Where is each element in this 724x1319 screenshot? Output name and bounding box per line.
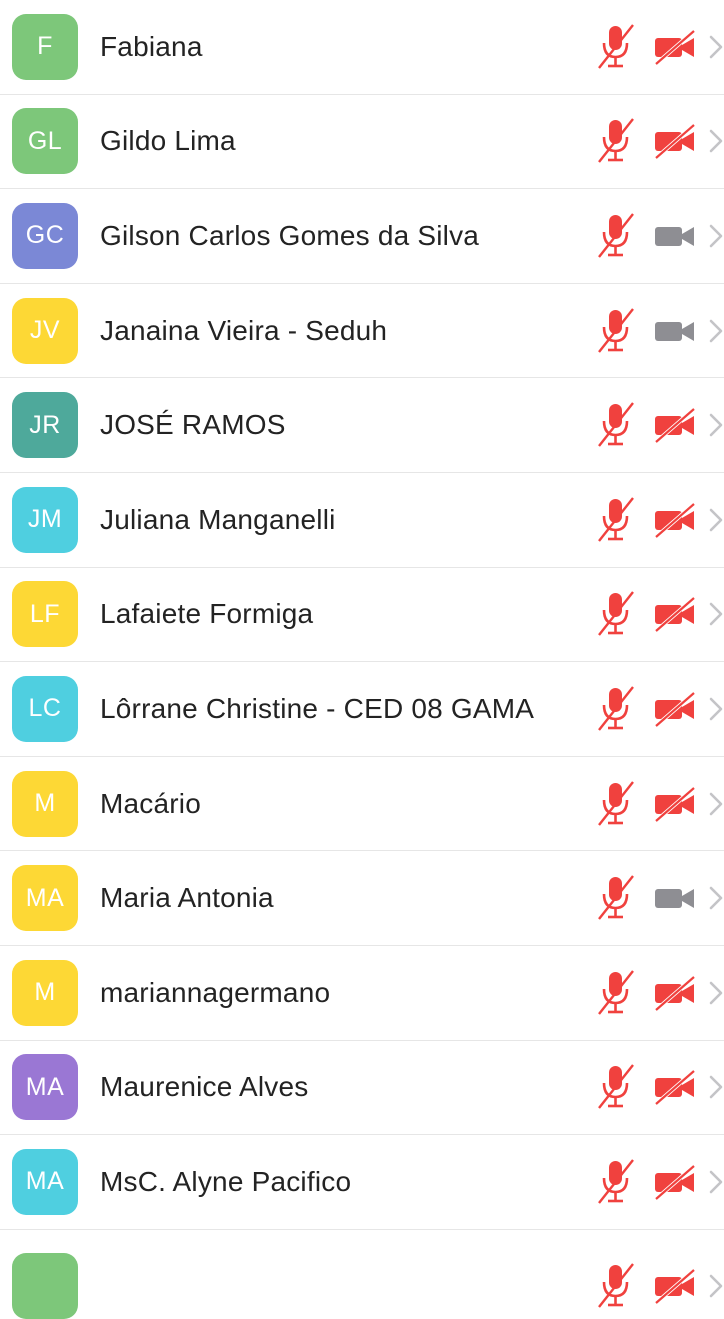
participant-name: MsC. Alyne Pacifico bbox=[100, 1165, 352, 1197]
participant-row[interactable]: JV Janaina Vieira - Seduh bbox=[0, 284, 724, 379]
avatar: MA bbox=[12, 1054, 78, 1121]
mic-muted-icon[interactable] bbox=[596, 685, 636, 733]
participant-name: JOSÉ RAMOS bbox=[100, 409, 286, 441]
participant-row[interactable]: GL Gildo Lima bbox=[0, 95, 724, 190]
avatar: GC bbox=[12, 202, 78, 269]
mic-muted-icon[interactable] bbox=[596, 212, 636, 260]
avatar: MA bbox=[12, 865, 78, 932]
participant-row[interactable]: MA Maurenice Alves bbox=[0, 1041, 724, 1136]
video-off-icon[interactable] bbox=[652, 691, 698, 728]
avatar: F bbox=[12, 13, 78, 80]
mic-muted-icon[interactable] bbox=[596, 23, 636, 71]
video-off-icon[interactable] bbox=[652, 502, 698, 539]
participant-row[interactable]: M Macário bbox=[0, 757, 724, 852]
participant-row[interactable]: F Fabiana bbox=[0, 0, 724, 95]
participant-row[interactable]: JM Juliana Manganelli bbox=[0, 473, 724, 568]
mic-muted-icon[interactable] bbox=[596, 780, 636, 828]
chevron-right-icon[interactable] bbox=[708, 978, 724, 1008]
video-camera-icon[interactable] bbox=[652, 880, 698, 916]
avatar: JV bbox=[12, 297, 78, 364]
chevron-right-icon[interactable] bbox=[708, 883, 724, 913]
avatar: LF bbox=[12, 581, 78, 648]
participant-name: Gildo Lima bbox=[100, 125, 236, 157]
chevron-right-icon[interactable] bbox=[708, 410, 724, 440]
chevron-right-icon[interactable] bbox=[708, 1167, 724, 1197]
participant-name: Lafaiete Formiga bbox=[100, 598, 314, 630]
chevron-right-icon[interactable] bbox=[708, 599, 724, 629]
mic-muted-icon[interactable] bbox=[596, 969, 636, 1017]
chevron-right-icon[interactable] bbox=[708, 316, 724, 346]
chevron-right-icon[interactable] bbox=[708, 1271, 724, 1301]
chevron-right-icon[interactable] bbox=[708, 694, 724, 724]
participant-name: Macário bbox=[100, 787, 201, 819]
video-off-icon[interactable] bbox=[652, 1164, 698, 1201]
participant-row[interactable]: M mariannagermano bbox=[0, 946, 724, 1041]
video-off-icon[interactable] bbox=[652, 786, 698, 823]
mic-muted-icon[interactable] bbox=[596, 1262, 636, 1310]
participant-name: Maria Antonia bbox=[100, 882, 274, 914]
video-camera-icon[interactable] bbox=[652, 313, 698, 349]
participant-name: Maurenice Alves bbox=[100, 1071, 309, 1103]
video-off-icon[interactable] bbox=[652, 123, 698, 160]
avatar: JR bbox=[12, 392, 78, 459]
mic-muted-icon[interactable] bbox=[596, 874, 636, 922]
participant-row[interactable]: JR JOSÉ RAMOS bbox=[0, 378, 724, 473]
mic-muted-icon[interactable] bbox=[596, 307, 636, 355]
participant-row[interactable]: MA Maria Antonia bbox=[0, 851, 724, 946]
participant-name: mariannagermano bbox=[100, 976, 331, 1008]
participant-row[interactable]: MA MsC. Alyne Pacifico bbox=[0, 1135, 724, 1230]
avatar: LC bbox=[12, 675, 78, 742]
chevron-right-icon[interactable] bbox=[708, 505, 724, 535]
chevron-right-icon[interactable] bbox=[708, 789, 724, 819]
chevron-right-icon[interactable] bbox=[708, 221, 724, 251]
participant-row[interactable]: LC Lôrrane Christine - CED 08 GAMA bbox=[0, 662, 724, 757]
chevron-right-icon[interactable] bbox=[708, 1072, 724, 1102]
participant-name: Fabiana bbox=[100, 30, 203, 62]
mic-muted-icon[interactable] bbox=[596, 401, 636, 449]
participant-name: Juliana Manganelli bbox=[100, 503, 336, 535]
avatar bbox=[12, 1252, 78, 1319]
video-off-icon[interactable] bbox=[652, 29, 698, 66]
video-off-icon[interactable] bbox=[652, 407, 698, 444]
avatar: M bbox=[12, 770, 78, 837]
participants-list: F Fabiana GL Gildo Lima GC Gilson Carlos… bbox=[0, 0, 724, 1319]
participant-name: Gilson Carlos Gomes da Silva bbox=[100, 219, 480, 251]
avatar: GL bbox=[12, 108, 78, 175]
participant-row[interactable]: LF Lafaiete Formiga bbox=[0, 568, 724, 663]
video-camera-icon[interactable] bbox=[652, 218, 698, 254]
participant-row-partial[interactable] bbox=[0, 1230, 724, 1319]
video-off-icon[interactable] bbox=[652, 1268, 698, 1305]
mic-muted-icon[interactable] bbox=[596, 117, 636, 165]
participant-name: Lôrrane Christine - CED 08 GAMA bbox=[100, 692, 535, 724]
video-off-icon[interactable] bbox=[652, 596, 698, 633]
participant-name: Janaina Vieira - Seduh bbox=[100, 314, 388, 346]
participant-row[interactable]: GC Gilson Carlos Gomes da Silva bbox=[0, 189, 724, 284]
avatar: MA bbox=[12, 1148, 78, 1215]
mic-muted-icon[interactable] bbox=[596, 1063, 636, 1111]
mic-muted-icon[interactable] bbox=[596, 590, 636, 638]
mic-muted-icon[interactable] bbox=[596, 1158, 636, 1206]
avatar: M bbox=[12, 959, 78, 1026]
avatar: JM bbox=[12, 486, 78, 553]
chevron-right-icon[interactable] bbox=[708, 32, 724, 62]
mic-muted-icon[interactable] bbox=[596, 496, 636, 544]
video-off-icon[interactable] bbox=[652, 1069, 698, 1106]
chevron-right-icon[interactable] bbox=[708, 126, 724, 156]
video-off-icon[interactable] bbox=[652, 975, 698, 1012]
